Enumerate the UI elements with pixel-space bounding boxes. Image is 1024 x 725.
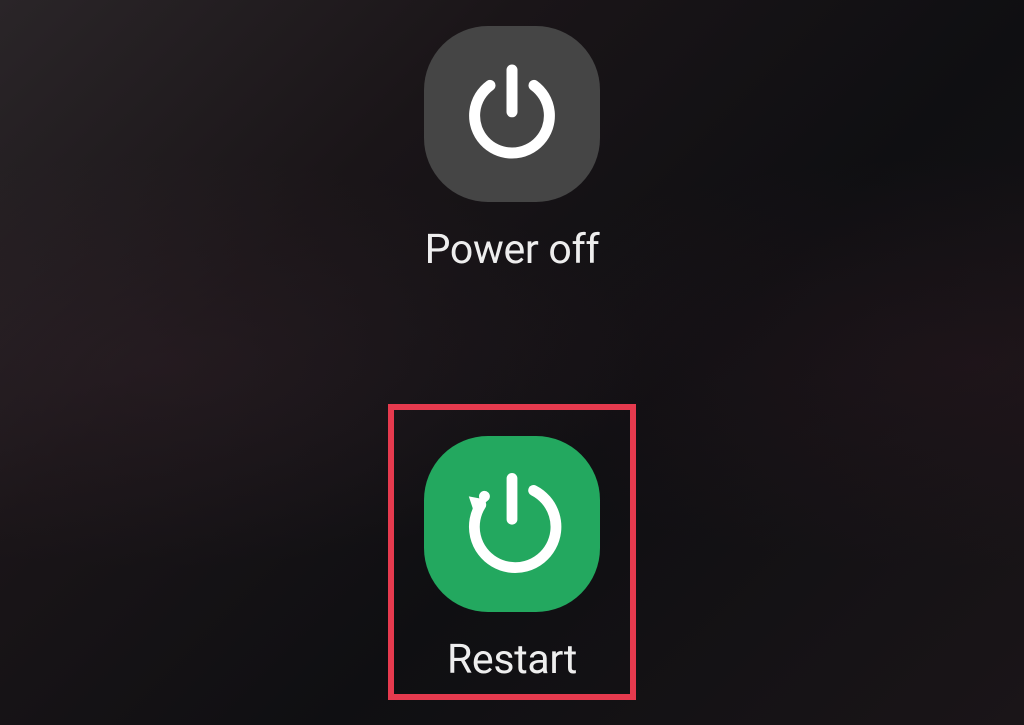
power-off-icon-box <box>424 26 600 202</box>
restart-icon <box>452 464 572 584</box>
power-icon <box>457 59 567 169</box>
restart-highlight: Restart <box>388 404 636 700</box>
power-menu: Power off Restart <box>388 0 636 700</box>
restart-icon-box <box>424 436 600 612</box>
power-off-option[interactable]: Power off <box>424 26 600 274</box>
restart-label: Restart <box>447 636 577 684</box>
restart-option[interactable]: Restart <box>424 436 600 684</box>
power-off-label: Power off <box>425 226 600 274</box>
